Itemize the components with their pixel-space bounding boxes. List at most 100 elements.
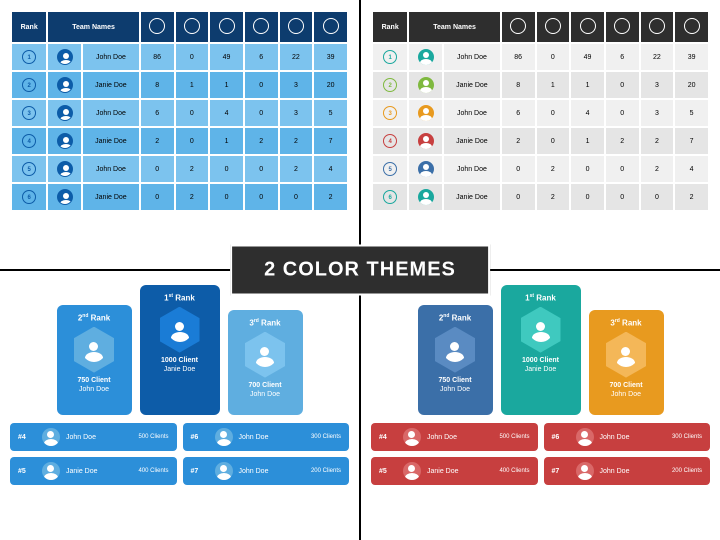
medal-icon: 1: [22, 50, 36, 64]
avatar-icon: [253, 343, 277, 367]
table-body: 1John Doe8604962239 2Janie Doe8110320 3J…: [373, 44, 708, 210]
player-name: John Doe: [444, 100, 500, 126]
avatar-icon: [443, 338, 467, 362]
table-body: 1John Doe8604962239 2Janie Doe8110320 3J…: [12, 44, 347, 210]
player-name: John Doe: [600, 468, 666, 475]
col-icon-user: [606, 12, 639, 42]
rank-2-card: 2nd Rank750 ClientJohn Doe: [418, 305, 493, 415]
medal-icon: 3: [22, 106, 36, 120]
col-icon-tag: [675, 12, 708, 42]
rank-1-card: 1st Rank1000 ClientJanie Doe: [140, 285, 220, 415]
player-name: John Doe: [83, 44, 139, 70]
leaderboard-table-blue: Rank Team Names 1John Doe8604962239 2Jan…: [10, 10, 349, 212]
rank-num: #5: [379, 468, 397, 475]
list-item: #6John Doe300 Clients: [544, 423, 711, 451]
table-row: 5John Doe020024: [12, 156, 347, 182]
client-count: 700 Client: [234, 382, 297, 389]
rank-num: #4: [379, 434, 397, 441]
list-item: #5Janie Doe400 Clients: [10, 457, 177, 485]
table-row: 4Janie Doe201227: [12, 128, 347, 154]
medal-icon: 6: [22, 190, 36, 204]
theme-dark-table: Rank Team Names 1John Doe8604962239 2Jan…: [361, 0, 720, 269]
col-icon-tag: [314, 12, 347, 42]
client-count: 700 Client: [595, 382, 658, 389]
podium: 2nd Rank750 ClientJohn Doe 1st Rank1000 …: [10, 285, 349, 415]
handshake-icon: [649, 18, 665, 34]
player-name: Janie Doe: [66, 468, 132, 475]
client-count: 500 Clients: [138, 434, 168, 440]
medal-icon: 2: [383, 78, 397, 92]
col-team: Team Names: [409, 12, 499, 42]
avatar-icon: [418, 133, 434, 149]
client-count: 300 Clients: [672, 434, 702, 440]
col-team: Team Names: [48, 12, 138, 42]
rank-list: #4John Doe500 Clients #6John Doe300 Clie…: [371, 423, 710, 485]
avatar-icon: [57, 133, 73, 149]
col-icon-handshake: [280, 12, 313, 42]
theme-blue-podium: 2nd Rank750 ClientJohn Doe 1st Rank1000 …: [0, 271, 359, 540]
hex-avatar: [160, 307, 200, 353]
player-name: John Doe: [234, 391, 297, 398]
list-item: #6John Doe300 Clients: [183, 423, 350, 451]
medal-icon: 1: [383, 50, 397, 64]
player-name: Janie Doe: [146, 366, 214, 373]
leaderboard-table-dark: Rank Team Names 1John Doe8604962239 2Jan…: [371, 10, 710, 212]
rank-num: #7: [191, 468, 209, 475]
avatar-icon: [614, 343, 638, 367]
medal-icon: 4: [383, 134, 397, 148]
hex-avatar: [245, 332, 285, 378]
player-name: John Doe: [595, 391, 658, 398]
player-name: John Doe: [424, 386, 487, 393]
avatar-icon: [57, 189, 73, 205]
table-row: 2Janie Doe8110320: [373, 72, 708, 98]
table-row: 4Janie Doe201227: [373, 128, 708, 154]
medal-icon: 2: [22, 78, 36, 92]
avatar-icon: [168, 318, 192, 342]
avatar-icon: [57, 49, 73, 65]
table-row: 1John Doe8604962239: [12, 44, 347, 70]
col-rank: Rank: [12, 12, 46, 42]
player-name: John Doe: [427, 434, 493, 441]
avatar-icon: [418, 77, 434, 93]
player-name: John Doe: [444, 156, 500, 182]
client-count: 200 Clients: [311, 468, 341, 474]
col-icon-user: [245, 12, 278, 42]
rank-3-card: 3rd Rank700 ClientJohn Doe: [589, 310, 664, 415]
list-item: #7 John Doe 200 Clients: [544, 457, 711, 485]
medal-icon: 3: [383, 106, 397, 120]
phone-icon: [580, 18, 596, 34]
user-icon: [614, 18, 630, 34]
player-name: John Doe: [63, 386, 126, 393]
table-row: 2Janie Doe8110320: [12, 72, 347, 98]
tag-icon: [684, 18, 700, 34]
avatar-icon: [57, 161, 73, 177]
player-name: John Doe: [444, 44, 500, 70]
avatar-icon: [82, 338, 106, 362]
client-count: 400 Clients: [499, 468, 529, 474]
rank-num: #7: [552, 468, 570, 475]
table-row: 6Janie Doe020002: [12, 184, 347, 210]
medal-icon: 4: [22, 134, 36, 148]
rank-num: #5: [18, 468, 36, 475]
rank-list: #4John Doe500 Clients #6John Doe300 Clie…: [10, 423, 349, 485]
avatar-icon: [418, 161, 434, 177]
client-count: 200 Clients: [672, 468, 702, 474]
handshake-icon: [288, 18, 304, 34]
player-name: Janie Doe: [427, 468, 493, 475]
medal-icon: 5: [22, 162, 36, 176]
avatar-icon: [576, 462, 594, 480]
player-name: John Doe: [66, 434, 132, 441]
avatar-icon: [215, 428, 233, 446]
calendar-icon: [184, 18, 200, 34]
col-icon-handshake: [641, 12, 674, 42]
title-banner: 2 COLOR THEMES: [230, 245, 490, 296]
client-count: 750 Client: [63, 377, 126, 384]
avatar-icon: [403, 428, 421, 446]
hex-avatar: [435, 327, 475, 373]
avatar-icon: [42, 428, 60, 446]
avatar-icon: [418, 105, 434, 121]
avatar-icon: [418, 49, 434, 65]
player-name: John Doe: [83, 100, 139, 126]
avatar-icon: [529, 318, 553, 342]
player-name: Janie Doe: [444, 72, 500, 98]
